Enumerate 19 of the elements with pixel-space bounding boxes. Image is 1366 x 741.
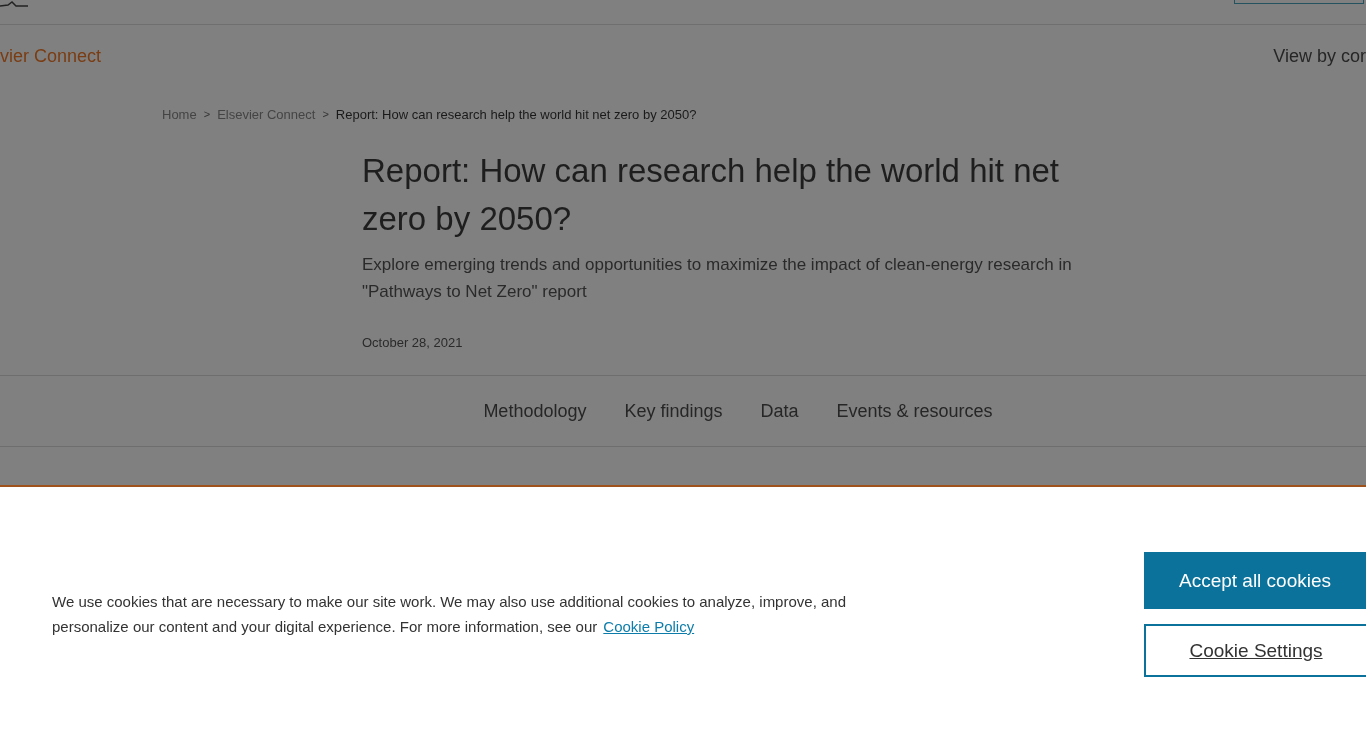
cookie-policy-link[interactable]: Cookie Policy	[603, 618, 695, 635]
article-subtitle: Explore emerging trends and opportunities to maximize the impact of clean-energy research in "Pathways to Net Zero" report	[362, 254, 1073, 303]
section-tab[interactable]: Methodology	[483, 400, 587, 422]
accept-cookies-button[interactable]: Accept all cookies	[1144, 552, 1366, 609]
view-by-link[interactable]: View by cor	[1273, 45, 1366, 67]
breadcrumb-link[interactable]: Report: How can research help the world hit net zero by 2050?	[335, 106, 697, 122]
article-date: October 28, 2021	[362, 335, 464, 352]
article-title: Report: How can research help the world hit net zero by 2050?	[362, 151, 1061, 239]
site-name[interactable]: vier Connect	[0, 45, 102, 67]
breadcrumb-separator: >	[322, 108, 329, 120]
breadcrumb-link[interactable]: Elsevier Connect	[217, 106, 316, 122]
section-tab[interactable]: Data	[760, 400, 799, 422]
cookie-notice-text: We use cookies that are necessary to make our site work. We may also use additional cookies to analyze, improve, and personalize our content and your digital experience. For more information, see our Cookie Policy	[52, 592, 847, 637]
section-tab[interactable]: Events & resources	[836, 400, 993, 422]
breadcrumb-separator: >	[203, 108, 211, 120]
logo-icon	[0, 0, 28, 8]
cookie-settings-button[interactable]: Cookie Settings	[1144, 624, 1366, 677]
breadcrumb-link[interactable]: Home	[162, 106, 197, 122]
section-tab[interactable]: Key findings	[624, 400, 723, 422]
